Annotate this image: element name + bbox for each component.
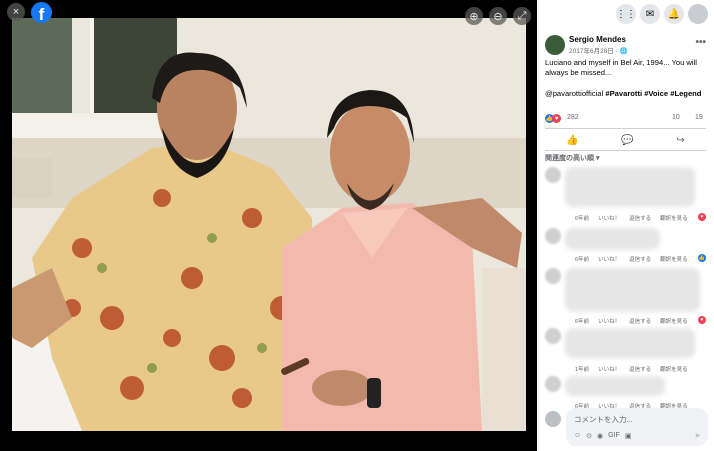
comment-input-placeholder: コメントを入力... — [574, 415, 633, 424]
mention-link[interactable]: @pavarottiofficial — [545, 89, 603, 98]
comment-meta: 6年前 いいね！ 返信する 翻訳を見る — [575, 214, 688, 222]
composer-tools: ☺ ⊙ ◉ GIF ▣ — [574, 432, 631, 440]
comment-reply-button[interactable]: 返信する — [629, 317, 651, 325]
comment-reply-button[interactable]: 返信する — [629, 214, 651, 222]
post-actions: 👍 💬 ↪ — [545, 131, 706, 149]
divider — [545, 128, 706, 129]
comment-translate-button[interactable]: 翻訳を見る — [660, 214, 688, 222]
emoji-icon[interactable]: ☺ — [574, 432, 581, 440]
commenter-avatar[interactable] — [545, 376, 561, 392]
commenter-avatar[interactable] — [545, 328, 561, 344]
camera-icon[interactable]: ◉ — [597, 432, 603, 440]
comment-item: 1年前 いいね！ 返信する 翻訳を見る — [545, 328, 706, 374]
reaction-icons[interactable]: 👍 ♥ — [545, 114, 561, 123]
menu-grid-icon[interactable]: ⋮⋮ — [616, 4, 636, 24]
comment-bubble — [565, 268, 700, 312]
comment-time[interactable]: 6年前 — [575, 214, 589, 222]
commenter-avatar[interactable] — [545, 228, 561, 244]
comment-bubble — [565, 328, 695, 358]
like-button[interactable]: 👍 — [566, 135, 578, 146]
post-tags: @pavarottiofficial #Pavarotti #Voice #Le… — [545, 89, 707, 98]
more-options-icon[interactable]: ••• — [695, 37, 706, 48]
comment-time[interactable]: 6年前 — [575, 317, 589, 325]
reaction-count[interactable]: 282 — [567, 114, 579, 121]
comment-reaction-icon: ♥ — [698, 213, 706, 221]
avatar-sticker-icon[interactable]: ⊙ — [586, 432, 592, 440]
comment-translate-button[interactable]: 翻訳を見る — [660, 255, 688, 263]
comment-sort-dropdown[interactable]: 関連度の高い順 ▾ — [545, 153, 599, 163]
post-sidebar: ⋮⋮ ✉ 🔔 Sergio Mendes 2017年6月28日 · 🌐 ••• … — [537, 0, 714, 451]
post-date-text: 2017年6月28日 · — [569, 48, 620, 55]
comment-meta: 6年前 いいね！ 返信する 翻訳を見る — [575, 317, 688, 325]
comment-meta: 6年前 いいね！ 返信する 翻訳を見る — [575, 255, 688, 263]
comment-item: 6年前 いいね！ 返信する 翻訳を見る 👍 — [545, 228, 706, 266]
comment-item: 6年前 いいね！ 返信する 翻訳を見る — [545, 376, 706, 410]
photo-viewer: × f ⊕ ⊖ ⤢ — [0, 0, 537, 451]
comment-like-button[interactable]: いいね！ — [598, 365, 620, 373]
comment-time[interactable]: 1年前 — [575, 365, 589, 373]
photo[interactable] — [12, 18, 526, 431]
comment-bubble — [565, 376, 665, 396]
viewer-top-bar: × f ⊕ ⊖ ⤢ — [0, 0, 537, 28]
bell-icon[interactable]: 🔔 — [664, 4, 684, 24]
globe-icon: 🌐 — [619, 48, 628, 55]
comment-bubble — [565, 228, 660, 250]
comment-translate-button[interactable]: 翻訳を見る — [660, 365, 688, 373]
facebook-logo-letter: f — [38, 5, 45, 23]
author-avatar[interactable] — [545, 35, 565, 55]
comment-item: 6年前 いいね！ 返信する 翻訳を見る ♥ — [545, 167, 706, 225]
comment-bubble — [565, 167, 695, 207]
send-icon[interactable]: ➤ — [694, 431, 701, 440]
comment-like-button[interactable]: いいね！ — [598, 214, 620, 222]
comment-item: 6年前 いいね！ 返信する 翻訳を見る ♥ — [545, 268, 706, 326]
love-reaction-icon: ♥ — [552, 114, 561, 123]
comment-reply-button[interactable]: 返信する — [629, 365, 651, 373]
share-count[interactable]: 19 — [695, 114, 703, 121]
comment-time[interactable]: 6年前 — [575, 255, 589, 263]
comment-meta: 1年前 いいね！ 返信する 翻訳を見る — [575, 365, 688, 373]
reaction-summary: 👍 ♥ 282 10 19 — [545, 113, 706, 125]
comment-button[interactable]: 💬 — [621, 135, 633, 146]
current-user-avatar — [545, 411, 561, 427]
facebook-photo-viewer: × f ⊕ ⊖ ⤢ ⋮⋮ ✉ 🔔 Sergio Mendes 2017年6月28… — [0, 0, 714, 451]
divider — [545, 150, 706, 151]
commenter-avatar[interactable] — [545, 268, 561, 284]
comment-like-button[interactable]: いいね！ — [598, 255, 620, 263]
post-date[interactable]: 2017年6月28日 · 🌐 — [569, 45, 628, 55]
comment-composer: コメントを入力... ☺ ⊙ ◉ GIF ▣ ➤ — [545, 408, 708, 448]
facebook-logo-icon[interactable]: f — [31, 2, 52, 23]
account-toolbar: ⋮⋮ ✉ 🔔 — [537, 0, 714, 28]
fullscreen-icon[interactable]: ⤢ — [513, 7, 531, 25]
messenger-icon[interactable]: ✉ — [640, 4, 660, 24]
post-header: Sergio Mendes 2017年6月28日 · 🌐 ••• — [545, 35, 706, 57]
profile-avatar[interactable] — [688, 4, 708, 24]
zoom-in-icon[interactable]: ⊕ — [465, 7, 483, 25]
hashtag-links[interactable]: #Pavarotti #Voice #Legend — [605, 89, 701, 98]
close-icon[interactable]: × — [7, 3, 25, 21]
comment-input[interactable]: コメントを入力... ☺ ⊙ ◉ GIF ▣ ➤ — [566, 408, 708, 446]
comment-reaction-icon: ♥ — [698, 316, 706, 324]
sticker-icon[interactable]: ▣ — [625, 432, 632, 440]
gif-icon[interactable]: GIF — [608, 432, 620, 440]
comment-reaction-icon: 👍 — [698, 254, 706, 262]
author-name[interactable]: Sergio Mendes — [569, 35, 626, 44]
zoom-out-icon[interactable]: ⊖ — [489, 7, 507, 25]
comment-count[interactable]: 10 — [672, 114, 680, 121]
comment-reply-button[interactable]: 返信する — [629, 255, 651, 263]
comment-translate-button[interactable]: 翻訳を見る — [660, 317, 688, 325]
commenter-avatar[interactable] — [545, 167, 561, 183]
post-text: Luciano and myself in Bel Air, 1994... Y… — [545, 58, 697, 77]
comment-like-button[interactable]: いいね！ — [598, 317, 620, 325]
share-button[interactable]: ↪ — [676, 135, 684, 146]
